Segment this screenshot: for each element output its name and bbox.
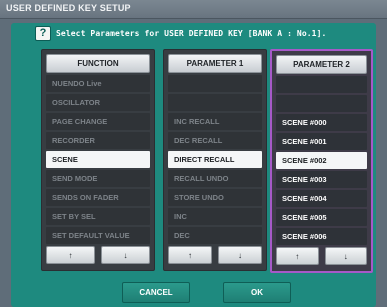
function-item[interactable]: SET BY SEL bbox=[46, 208, 150, 225]
parameter2-item[interactable]: SCENE #001 bbox=[276, 133, 367, 150]
title-bar: USER DEFINED KEY SETUP bbox=[0, 0, 387, 19]
function-header: FUNCTION bbox=[46, 54, 150, 73]
function-item[interactable]: NUENDO Live bbox=[46, 75, 150, 92]
parameter1-item[interactable] bbox=[168, 75, 262, 92]
function-column: FUNCTION NUENDO Live OSCILLATOR PAGE CHA… bbox=[41, 49, 155, 271]
parameter1-item[interactable]: INC bbox=[168, 208, 262, 225]
parameter2-item[interactable]: SCENE #004 bbox=[276, 190, 367, 207]
parameter2-item[interactable] bbox=[276, 76, 367, 93]
function-item[interactable]: PAGE CHANGE bbox=[46, 113, 150, 130]
function-item-selected[interactable]: SCENE bbox=[46, 151, 150, 168]
function-item[interactable]: SEND MODE bbox=[46, 170, 150, 187]
parameter1-item[interactable]: INC RECALL bbox=[168, 113, 262, 130]
parameter2-scroll-down-button[interactable]: ↓ bbox=[324, 247, 367, 265]
parameter1-item[interactable]: STORE UNDO bbox=[168, 189, 262, 206]
parameter1-header: PARAMETER 1 bbox=[168, 54, 262, 73]
function-scroll-up-button[interactable]: ↑ bbox=[46, 246, 95, 264]
function-item[interactable]: SENDS ON FADER bbox=[46, 189, 150, 206]
parameter1-item[interactable]: DEC RECALL bbox=[168, 132, 262, 149]
prompt-text: Select Parameters for USER DEFINED KEY [… bbox=[56, 29, 327, 38]
parameter2-item[interactable]: SCENE #000 bbox=[276, 114, 367, 131]
parameter1-scroll-up-button[interactable]: ↑ bbox=[168, 246, 212, 264]
window-title: USER DEFINED KEY SETUP bbox=[6, 3, 131, 13]
function-scroll-down-button[interactable]: ↓ bbox=[101, 246, 150, 264]
parameter1-item[interactable]: RECALL UNDO bbox=[168, 170, 262, 187]
parameter1-item-selected[interactable]: DIRECT RECALL bbox=[168, 151, 262, 168]
parameter2-item[interactable]: SCENE #006 bbox=[276, 228, 367, 245]
parameter1-item[interactable] bbox=[168, 94, 262, 111]
function-item[interactable]: OSCILLATOR bbox=[46, 94, 150, 111]
parameter2-item-selected[interactable]: SCENE #002 bbox=[276, 152, 367, 169]
cancel-button[interactable]: CANCEL bbox=[122, 282, 190, 303]
parameter2-column: PARAMETER 2 SCENE #000 SCENE #001 SCENE … bbox=[270, 49, 373, 273]
parameter1-item[interactable]: DEC bbox=[168, 227, 262, 244]
parameter2-item[interactable]: SCENE #005 bbox=[276, 209, 367, 226]
parameter2-header: PARAMETER 2 bbox=[276, 55, 367, 74]
function-item[interactable]: SET DEFAULT VALUE bbox=[46, 227, 150, 244]
parameter2-scroll-up-button[interactable]: ↑ bbox=[276, 247, 319, 265]
parameter1-scroll-down-button[interactable]: ↓ bbox=[218, 246, 262, 264]
parameter2-item[interactable]: SCENE #003 bbox=[276, 171, 367, 188]
parameter2-item[interactable] bbox=[276, 95, 367, 112]
parameter1-column: PARAMETER 1 INC RECALL DEC RECALL DIRECT… bbox=[163, 49, 267, 271]
help-icon[interactable]: ? bbox=[35, 26, 51, 41]
function-item[interactable]: RECORDER bbox=[46, 132, 150, 149]
ok-button[interactable]: OK bbox=[223, 282, 291, 303]
